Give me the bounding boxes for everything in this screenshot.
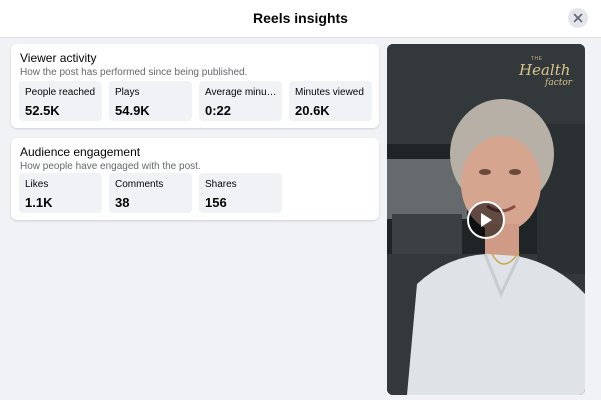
stat-likes[interactable]: Likes 1.1K <box>19 173 102 213</box>
audience-engagement-subtitle: How people have engaged with the post. <box>20 161 201 172</box>
close-button[interactable] <box>568 8 588 28</box>
dialog-title: Reels insights <box>253 10 348 26</box>
stat-plays[interactable]: Plays 54.9K <box>109 81 192 121</box>
stat-value: 1.1K <box>25 195 53 210</box>
stat-average-minutes-viewed[interactable]: Average minutes viewed 0:22 <box>199 81 282 121</box>
stat-value: 54.9K <box>115 103 150 118</box>
stat-label: Likes <box>25 179 49 190</box>
audience-engagement-title: Audience engagement <box>20 145 141 159</box>
play-button[interactable] <box>467 201 505 239</box>
logo-health: Health <box>519 61 571 79</box>
stat-shares[interactable]: Shares 156 <box>199 173 282 213</box>
stat-value: 20.6K <box>295 103 330 118</box>
stat-label: Average minutes viewed <box>205 87 279 98</box>
logo-factor: factor <box>545 78 573 88</box>
stat-label: Comments <box>115 179 164 190</box>
play-icon <box>481 213 492 227</box>
dialog-header: Reels insights <box>0 0 601 38</box>
close-icon <box>573 13 583 23</box>
stat-label: People reached <box>25 87 96 98</box>
stat-value: 156 <box>205 195 227 210</box>
viewer-activity-card: Viewer activity How the post has perform… <box>11 44 379 128</box>
stat-value: 52.5K <box>25 103 60 118</box>
stat-people-reached[interactable]: People reached 52.5K <box>19 81 102 121</box>
reel-video-preview[interactable]: THE Health factor <box>387 44 585 395</box>
stat-minutes-viewed[interactable]: Minutes viewed 20.6K <box>289 81 372 121</box>
stat-label: Shares <box>205 179 237 190</box>
audience-engagement-card: Audience engagement How people have enga… <box>11 138 379 220</box>
stat-label: Minutes viewed <box>295 87 364 98</box>
health-factor-logo: THE Health factor <box>519 56 579 90</box>
stat-label: Plays <box>115 87 140 98</box>
stat-value: 0:22 <box>205 103 232 118</box>
reels-insights-dialog: Reels insights Viewer activity How the p… <box>0 0 601 400</box>
stat-comments[interactable]: Comments 38 <box>109 173 192 213</box>
viewer-activity-subtitle: How the post has performed since being p… <box>20 67 248 78</box>
viewer-activity-title: Viewer activity <box>20 51 97 65</box>
stat-value: 38 <box>115 195 130 210</box>
